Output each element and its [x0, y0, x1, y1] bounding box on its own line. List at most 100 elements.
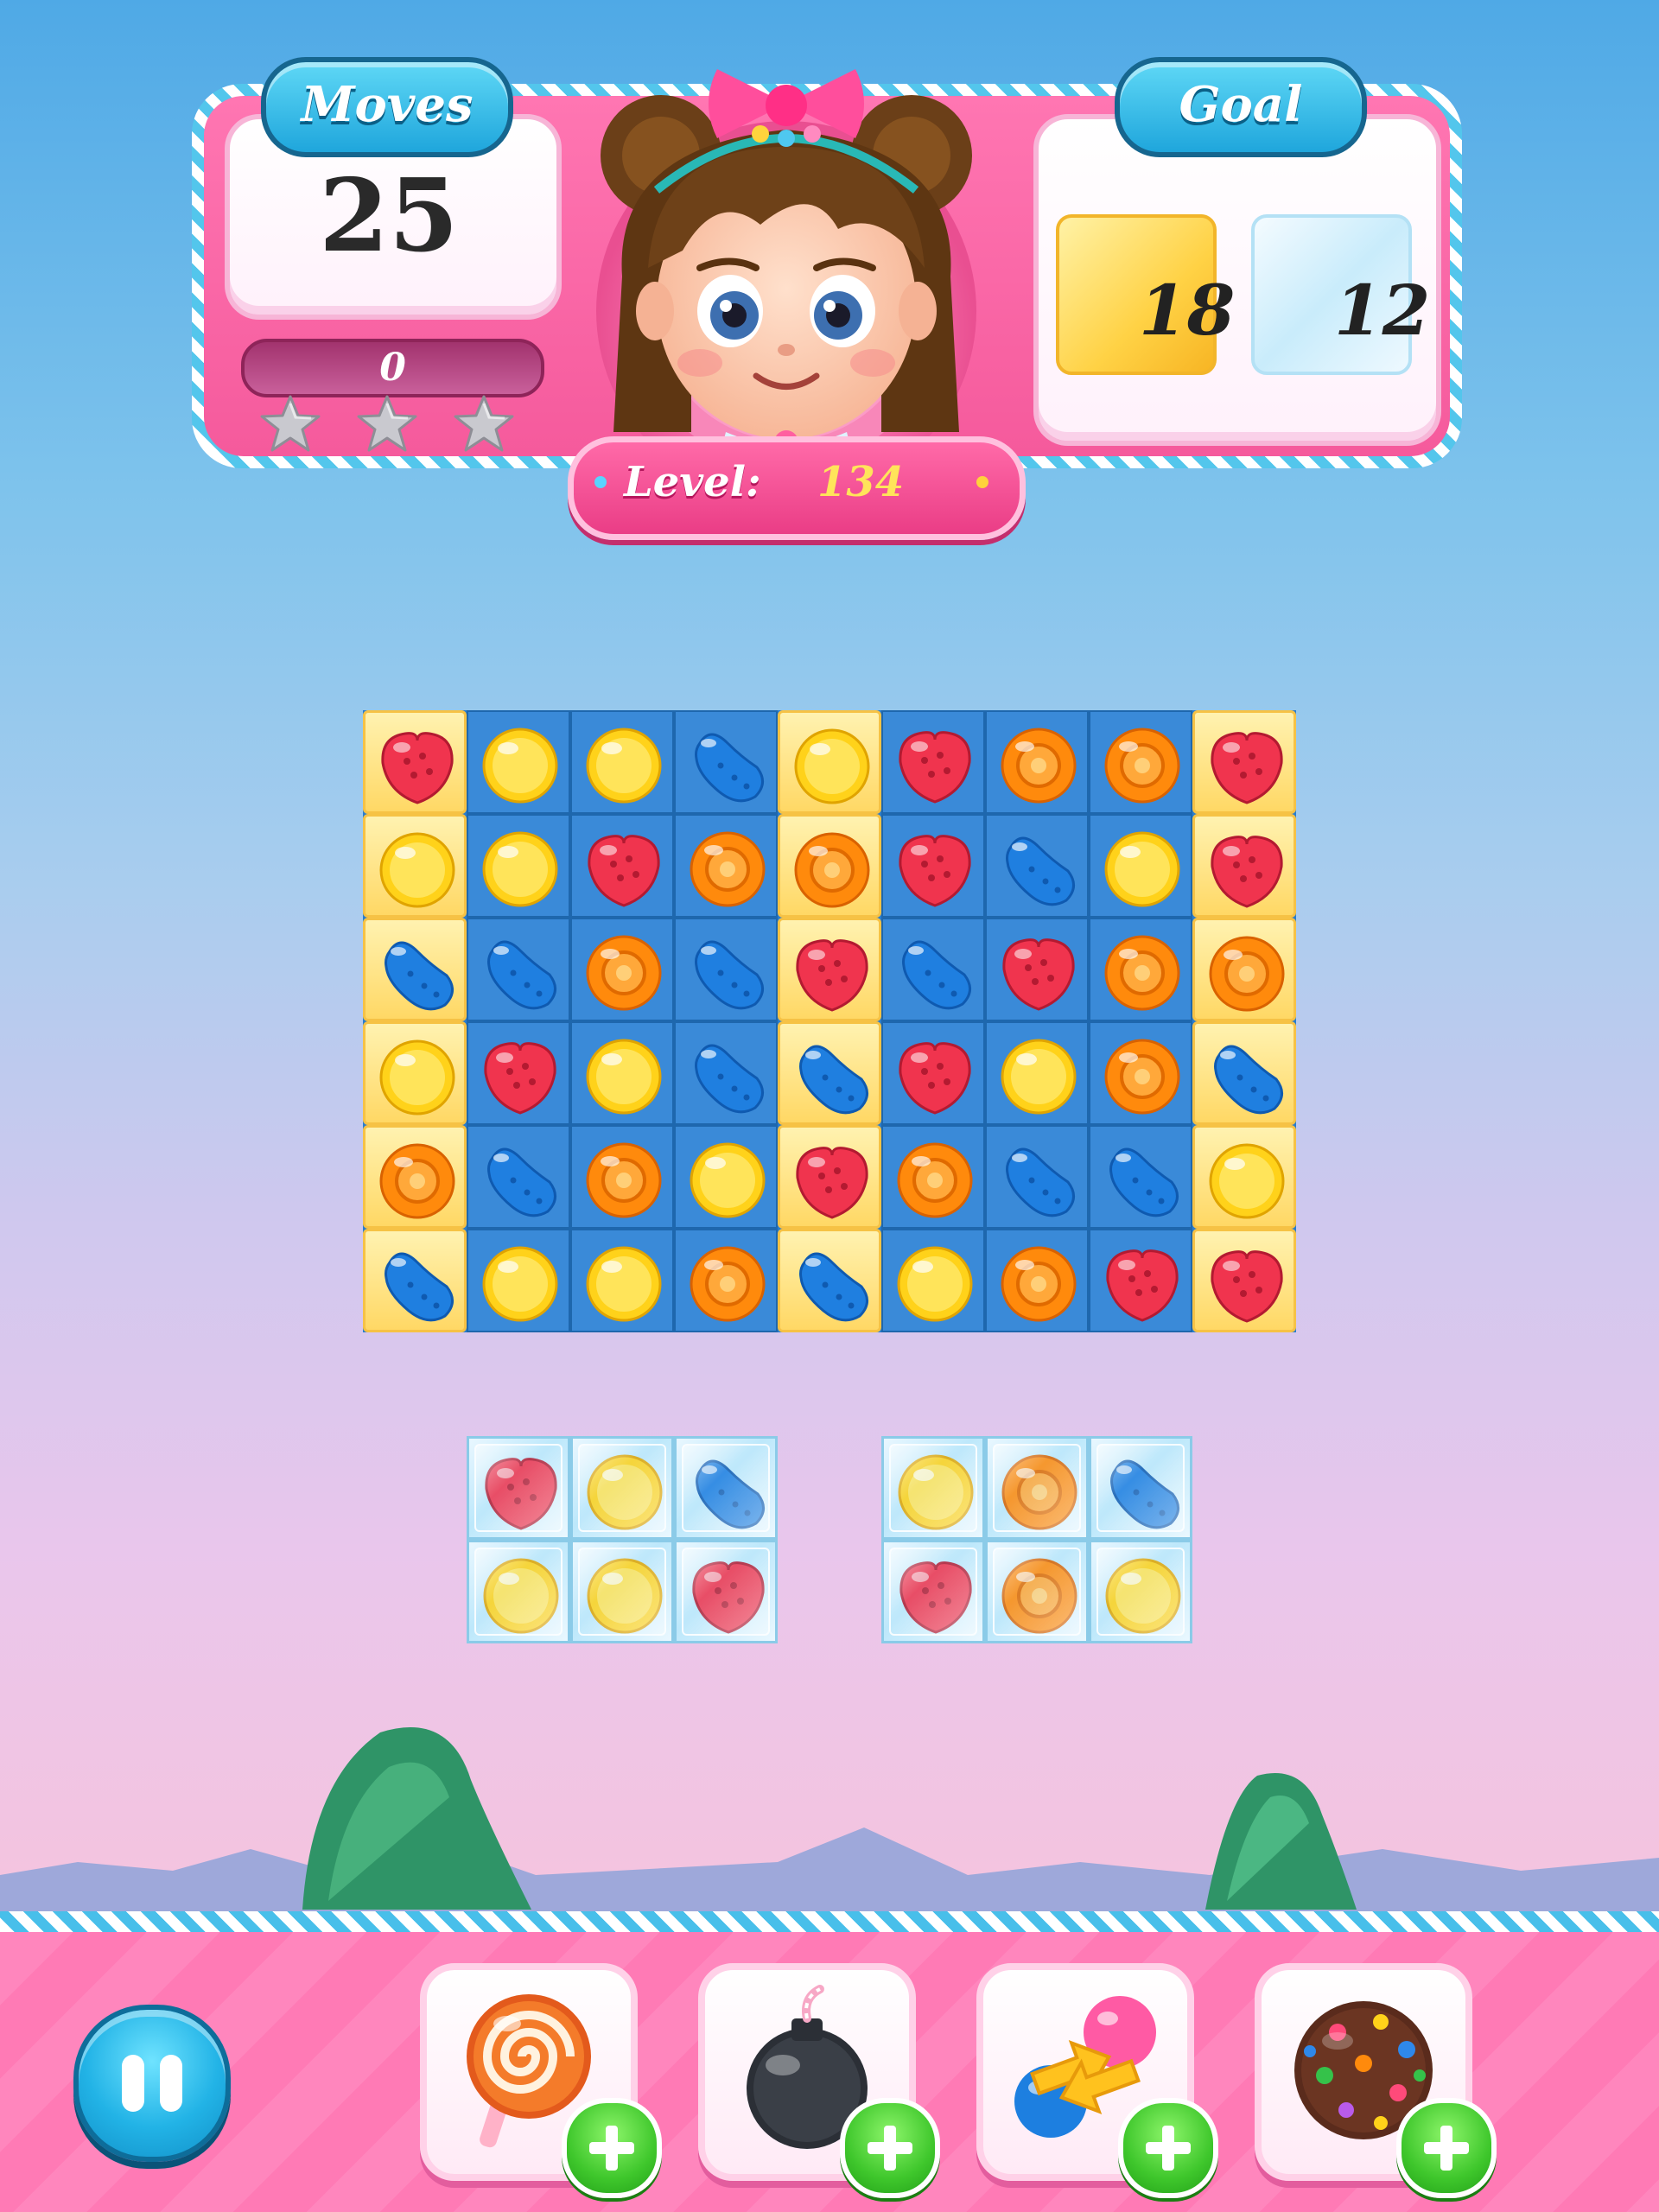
board-cell[interactable]: [985, 710, 1089, 814]
board-cell[interactable]: [881, 710, 985, 814]
board-cell[interactable]: [778, 1229, 881, 1332]
candy-blue-icon: [385, 1252, 454, 1322]
ice-cell[interactable]: [881, 1540, 985, 1643]
board-cell[interactable]: [674, 814, 778, 918]
board-cell[interactable]: [881, 814, 985, 918]
background-scenery: [0, 1676, 1659, 1918]
board-cell[interactable]: [1192, 1125, 1296, 1229]
candy-red-icon: [1211, 836, 1283, 908]
board-cell[interactable]: [467, 1125, 570, 1229]
ice-cell[interactable]: [881, 1436, 985, 1540]
booster-color-bomb-add-icon[interactable]: [1396, 2098, 1497, 2198]
candy-yellow-icon: [482, 831, 558, 907]
booster-bomb-button[interactable]: [698, 1963, 940, 2198]
candy-yellow-icon: [898, 1454, 974, 1530]
candy-orange-icon: [690, 1246, 766, 1322]
candy-yellow-icon: [1105, 1558, 1181, 1634]
board-cell[interactable]: [778, 1125, 881, 1229]
board-cell[interactable]: [1089, 814, 1192, 918]
board-cell[interactable]: [467, 1021, 570, 1125]
board-cell[interactable]: [778, 814, 881, 918]
board-cell[interactable]: [881, 1229, 985, 1332]
board-cell[interactable]: [570, 1021, 674, 1125]
board-cell[interactable]: [985, 1021, 1089, 1125]
board-cell[interactable]: [674, 1229, 778, 1332]
board-cell[interactable]: [570, 814, 674, 918]
board-cell[interactable]: [363, 814, 467, 918]
board-cell[interactable]: [674, 918, 778, 1021]
booster-color-bomb-button[interactable]: [1255, 1963, 1497, 2198]
ice-cell[interactable]: [570, 1436, 674, 1540]
candy-orange-icon: [379, 1143, 455, 1219]
candy-orange-icon: [1001, 1454, 1077, 1530]
candy-yellow-icon: [1001, 1039, 1077, 1115]
candy-blue-icon: [1110, 1459, 1179, 1529]
board-cell[interactable]: [570, 1125, 674, 1229]
ice-cell[interactable]: [674, 1540, 778, 1643]
level-dot-left: [594, 476, 607, 488]
board-cell[interactable]: [985, 1229, 1089, 1332]
board-cell[interactable]: [1089, 710, 1192, 814]
board-cell[interactable]: [1089, 918, 1192, 1021]
board-cell[interactable]: [1089, 1229, 1192, 1332]
candy-orange-icon: [794, 832, 870, 908]
level-value: 134: [817, 458, 905, 506]
board-cell[interactable]: [570, 918, 674, 1021]
ice-cell[interactable]: [467, 1540, 570, 1643]
board-cell[interactable]: [363, 1125, 467, 1229]
board-cell[interactable]: [363, 918, 467, 1021]
level-indicator: Level: 134: [568, 436, 1026, 540]
board-cell[interactable]: [881, 1125, 985, 1229]
board-cell[interactable]: [674, 1021, 778, 1125]
board-cell[interactable]: [1089, 1021, 1192, 1125]
board-cell[interactable]: [467, 918, 570, 1021]
board-cell[interactable]: [881, 1021, 985, 1125]
goal-jelly-count: 18: [1139, 270, 1236, 351]
candy-orange-icon: [690, 831, 766, 907]
game-board: [363, 710, 1296, 1332]
booster-bomb-add-icon[interactable]: [840, 2098, 940, 2198]
ice-cell[interactable]: [1089, 1540, 1192, 1643]
board-cell[interactable]: [1192, 1021, 1296, 1125]
booster-swap-button[interactable]: [976, 1963, 1218, 2198]
board-cell[interactable]: [778, 918, 881, 1021]
candy-blue-icon: [487, 1147, 556, 1217]
board-cell[interactable]: [570, 710, 674, 814]
board-cell[interactable]: [467, 710, 570, 814]
board-cell[interactable]: [570, 1229, 674, 1332]
board-cell[interactable]: [778, 710, 881, 814]
ice-cell[interactable]: [985, 1436, 1089, 1540]
board-cell[interactable]: [985, 1125, 1089, 1229]
ice-cell[interactable]: [985, 1540, 1089, 1643]
candy-yellow-icon: [587, 1558, 663, 1634]
board-cell[interactable]: [881, 918, 985, 1021]
board-cell[interactable]: [985, 814, 1089, 918]
board-cell[interactable]: [363, 1021, 467, 1125]
board-cell[interactable]: [363, 1229, 467, 1332]
booster-lollipop-button[interactable]: [420, 1963, 662, 2198]
board-cell[interactable]: [1192, 1229, 1296, 1332]
board-cell[interactable]: [467, 1229, 570, 1332]
board-cell[interactable]: [778, 1021, 881, 1125]
board-cell[interactable]: [674, 710, 778, 814]
board-cell[interactable]: [1192, 918, 1296, 1021]
board-cell[interactable]: [1192, 710, 1296, 814]
ice-cell[interactable]: [1089, 1436, 1192, 1540]
board-cell[interactable]: [985, 918, 1089, 1021]
ice-cell[interactable]: [467, 1436, 570, 1540]
candy-blue-icon: [487, 940, 556, 1010]
candy-blue-icon: [1006, 1147, 1075, 1217]
ice-cell[interactable]: [674, 1436, 778, 1540]
board-cell[interactable]: [467, 814, 570, 918]
booster-lollipop-add-icon[interactable]: [562, 2098, 662, 2198]
board-cell[interactable]: [1192, 814, 1296, 918]
board-cell[interactable]: [674, 1125, 778, 1229]
candy-yellow-icon: [482, 728, 558, 804]
board-cell[interactable]: [363, 710, 467, 814]
booster-swap-add-icon[interactable]: [1118, 2098, 1218, 2198]
pause-button[interactable]: [73, 2005, 231, 2162]
star-icon: [356, 393, 418, 455]
ice-cell[interactable]: [570, 1540, 674, 1643]
candy-orange-icon: [1209, 936, 1285, 1012]
board-cell[interactable]: [1089, 1125, 1192, 1229]
